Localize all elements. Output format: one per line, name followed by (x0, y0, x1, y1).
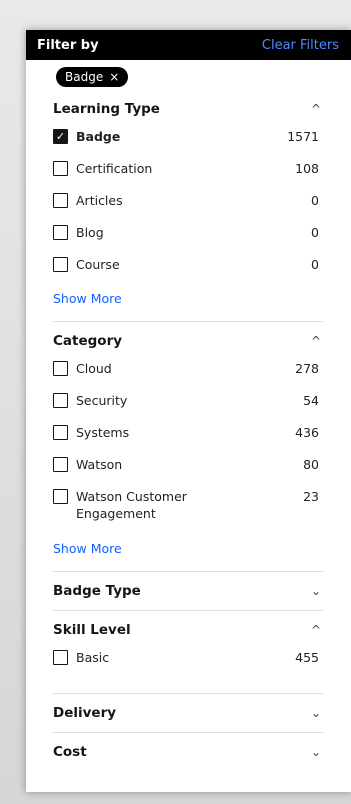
option-label: Systems (76, 425, 130, 440)
section-header-delivery[interactable]: Delivery ⌄ (53, 694, 323, 732)
option-left: Watson (53, 456, 122, 473)
chevron-down-icon: ⌄ (310, 745, 322, 759)
option-label: Certification (76, 161, 153, 176)
option-left: Security (53, 392, 127, 409)
option-left: Articles (53, 192, 123, 209)
checkbox[interactable] (53, 193, 68, 208)
option-count: 0 (311, 257, 319, 272)
option-count: 80 (303, 457, 319, 472)
filter-option-watson[interactable]: Watson 80 (53, 456, 323, 488)
option-label: Course (76, 257, 120, 272)
option-label: Cloud (76, 361, 112, 376)
section-cost: Cost ⌄ (53, 733, 323, 771)
option-left: Certification (53, 160, 152, 177)
checkbox[interactable] (53, 393, 68, 408)
window-frame: Filter by Clear Filters Badge × Learning… (0, 0, 351, 804)
option-label: Badge (76, 129, 121, 144)
option-left: Watson Customer Engagement (53, 488, 206, 522)
remove-tag-icon[interactable]: × (109, 71, 119, 83)
section-header-badge-type[interactable]: Badge Type ⌄ (53, 572, 323, 610)
section-title: Category (53, 333, 123, 349)
checkbox[interactable] (53, 425, 68, 440)
option-count: 436 (295, 425, 319, 440)
chevron-down-icon: ⌄ (310, 584, 322, 598)
section-category: Category ^ Cloud 278 Security 54 Systems… (53, 322, 323, 572)
checkbox[interactable] (53, 257, 68, 272)
filter-header: Filter by Clear Filters (26, 30, 351, 60)
section-title: Badge Type (53, 583, 141, 599)
filter-option-badge[interactable]: ✓ Badge 1571 (53, 128, 323, 160)
section-title: Skill Level (53, 622, 131, 638)
chevron-up-icon: ^ (310, 334, 322, 348)
section-title: Delivery (53, 705, 117, 721)
checkbox[interactable] (53, 225, 68, 240)
option-count: 54 (303, 393, 319, 408)
checkbox[interactable] (53, 161, 68, 176)
option-left: Blog (53, 224, 104, 241)
section-header-cost[interactable]: Cost ⌄ (53, 733, 323, 771)
section-learning-type: Learning Type ^ ✓ Badge 1571 Certificati… (53, 90, 323, 322)
section-badge-type: Badge Type ⌄ (53, 572, 323, 611)
checkbox[interactable] (53, 361, 68, 376)
section-skill-level: Skill Level ^ Basic 455 (53, 611, 323, 694)
option-left: ✓ Badge (53, 128, 120, 145)
checkbox[interactable] (53, 650, 68, 665)
filter-option-watson-customer-engagement[interactable]: Watson Customer Engagement 23 (53, 488, 323, 538)
chevron-up-icon: ^ (310, 102, 322, 116)
active-tag-badge: Badge × (56, 67, 129, 87)
filter-option-security[interactable]: Security 54 (53, 392, 323, 424)
filter-option-basic[interactable]: Basic 455 (53, 649, 323, 693)
filter-option-systems[interactable]: Systems 436 (53, 424, 323, 456)
active-filter-tags: Badge × (26, 60, 351, 90)
section-header-learning-type[interactable]: Learning Type ^ (53, 90, 323, 128)
option-left: Basic (53, 649, 109, 666)
option-left: Systems (53, 424, 129, 441)
option-count: 23 (303, 489, 319, 504)
option-left: Course (53, 256, 120, 273)
checkbox[interactable] (53, 457, 68, 472)
option-left: Cloud (53, 360, 112, 377)
filter-option-certification[interactable]: Certification 108 (53, 160, 323, 192)
option-count: 278 (295, 361, 319, 376)
option-count: 108 (295, 161, 319, 176)
chevron-up-icon: ^ (310, 623, 322, 637)
section-delivery: Delivery ⌄ (53, 694, 323, 733)
option-label: Security (76, 393, 128, 408)
option-count: 0 (311, 193, 319, 208)
show-more-category[interactable]: Show More (53, 538, 323, 571)
filter-title: Filter by (37, 37, 99, 53)
show-more-learning-type[interactable]: Show More (53, 288, 323, 321)
clear-filters-link[interactable]: Clear Filters (262, 38, 339, 53)
active-tag-label: Badge (65, 70, 104, 84)
option-label: Basic (76, 650, 110, 665)
option-label: Watson (76, 457, 123, 472)
checkbox-checked[interactable]: ✓ (53, 129, 68, 144)
filter-option-course[interactable]: Course 0 (53, 256, 323, 288)
filter-option-blog[interactable]: Blog 0 (53, 224, 323, 256)
checkbox[interactable] (53, 489, 68, 504)
chevron-down-icon: ⌄ (310, 706, 322, 720)
option-label: Blog (76, 225, 104, 240)
section-title: Cost (53, 744, 87, 760)
filter-panel: Filter by Clear Filters Badge × Learning… (26, 30, 351, 792)
section-header-skill-level[interactable]: Skill Level ^ (53, 611, 323, 649)
section-header-category[interactable]: Category ^ (53, 322, 323, 360)
filter-option-articles[interactable]: Articles 0 (53, 192, 323, 224)
option-count: 0 (311, 225, 319, 240)
option-label: Articles (76, 193, 123, 208)
option-label: Watson Customer Engagement (76, 489, 187, 521)
filter-option-cloud[interactable]: Cloud 278 (53, 360, 323, 392)
option-count: 1571 (287, 129, 319, 144)
option-count: 455 (295, 650, 319, 665)
section-title: Learning Type (53, 101, 160, 117)
